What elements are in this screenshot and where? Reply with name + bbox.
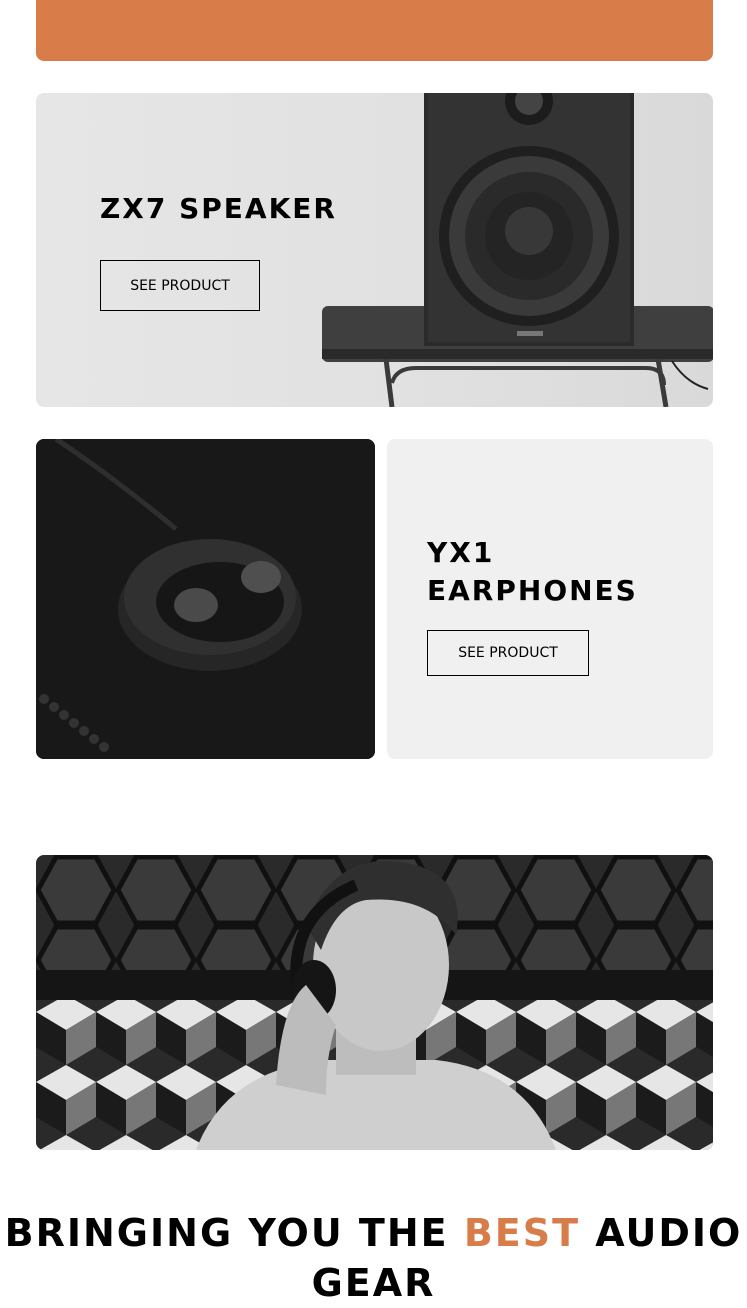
about-heading: BRINGING YOU THE BEST AUDIO GEAR — [0, 1208, 747, 1308]
top-promo-banner — [36, 0, 713, 61]
about-heading-part1: BRINGING YOU THE — [4, 1211, 464, 1255]
earphones-image — [36, 439, 375, 759]
speaker-title: ZX7 SPEAKER — [100, 192, 337, 225]
headphones-photo — [36, 855, 713, 1150]
earphones-title: YX1 EARPHONES — [427, 534, 657, 610]
speaker-see-product-button[interactable]: SEE PRODUCT — [100, 260, 260, 311]
about-heading-accent: BEST — [463, 1211, 581, 1255]
yx1-earphones-image-card — [36, 439, 375, 759]
man-with-headphones-image — [36, 855, 713, 1150]
zx7-speaker-card: ZX7 SPEAKER SEE PRODUCT — [36, 93, 713, 407]
earphones-title-line2: EARPHONES — [427, 574, 638, 607]
earphones-see-product-button[interactable]: SEE PRODUCT — [427, 630, 589, 676]
yx1-earphones-card: YX1 EARPHONES SEE PRODUCT — [387, 439, 713, 759]
earphones-title-line1: YX1 — [427, 536, 495, 569]
speaker-image — [322, 93, 713, 407]
